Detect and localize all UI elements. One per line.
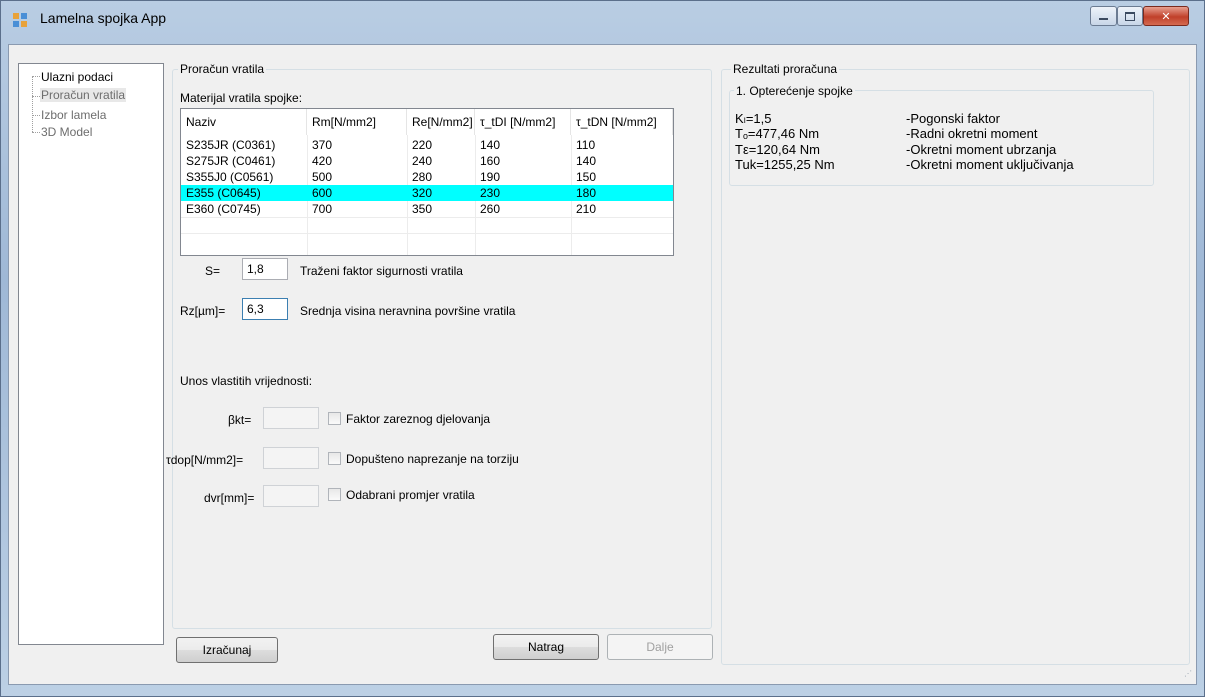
table-cell: 320	[412, 186, 433, 200]
title-bar[interactable]: Lamelna spojka App ✕	[0, 0, 1205, 40]
table-cell: 160	[480, 154, 501, 168]
tree-connector	[32, 96, 40, 97]
maximize-button[interactable]	[1117, 6, 1143, 26]
row-divider	[181, 233, 673, 234]
table-row[interactable]: S235JR (C0361) 370 220 140 110	[181, 137, 673, 153]
dvr-label: dvr[mm]=	[204, 491, 255, 505]
column-header[interactable]: Rm[N/mm2]	[307, 109, 407, 135]
tree-connector	[32, 115, 40, 116]
table-cell: 140	[480, 138, 501, 152]
beta-kt-description: Faktor zareznog djelovanja	[346, 412, 491, 426]
back-button[interactable]: Natrag	[493, 634, 599, 660]
table-cell: 370	[312, 138, 333, 152]
calc-group-title: Proračun vratila	[178, 62, 267, 76]
tau-dop-checkbox[interactable]	[328, 452, 341, 465]
beta-kt-input[interactable]	[263, 407, 319, 429]
tau-dop-label: τdop[N/mm2]=	[166, 453, 244, 467]
calculate-button[interactable]: Izračunaj	[176, 637, 278, 663]
table-cell: S355J0 (C0561)	[186, 170, 274, 184]
table-cell: 350	[412, 202, 433, 216]
column-header[interactable]: τ_tDI [N/mm2]	[475, 109, 571, 135]
result-value: Tₒ=477,46 Nm	[735, 126, 820, 141]
minimize-icon	[1099, 18, 1108, 20]
table-row-selected[interactable]: E355 (C0645) 600 320 230 180	[181, 185, 673, 201]
app-icon	[12, 12, 28, 28]
table-row[interactable]: S355J0 (C0561) 500 280 190 150	[181, 169, 673, 185]
table-cell: 280	[412, 170, 433, 184]
column-header[interactable]: Re[N/mm2]	[407, 109, 475, 135]
table-cell: 260	[480, 202, 501, 216]
rz-input[interactable]: 6,3	[242, 298, 288, 320]
tree-item-3d-model[interactable]: 3D Model	[41, 125, 92, 139]
material-label: Materijal vratila spojke:	[180, 91, 303, 105]
load-group-title: 1. Opterećenje spojke	[734, 84, 855, 98]
rz-description: Srednja visina neravnina površine vratil…	[300, 304, 516, 318]
table-cell: 210	[576, 202, 597, 216]
result-value: Tuk=1255,25 Nm	[735, 157, 835, 172]
tree-connector	[32, 76, 33, 132]
table-cell: 140	[576, 154, 597, 168]
tau-dop-description: Dopušteno naprezanje na torziju	[346, 452, 519, 466]
table-cell: 220	[412, 138, 433, 152]
table-cell: S235JR (C0361)	[186, 138, 276, 152]
maximize-icon	[1125, 11, 1135, 21]
table-header: Naziv Rm[N/mm2] Re[N/mm2] τ_tDI [N/mm2] …	[181, 109, 673, 135]
table-cell: 180	[576, 186, 597, 200]
result-description: -Pogonski faktor	[906, 111, 1000, 126]
tree-item-ulazni-podaci[interactable]: Ulazni podaci	[41, 70, 113, 84]
table-cell: 150	[576, 170, 597, 184]
tau-dop-input[interactable]	[263, 447, 319, 469]
tree-item-izbor-lamela[interactable]: Izbor lamela	[41, 108, 106, 122]
resize-grip-icon[interactable]: ⋰	[1184, 670, 1194, 682]
s-description: Traženi faktor sigurnosti vratila	[300, 264, 463, 278]
table-cell: 700	[312, 202, 333, 216]
close-button[interactable]: ✕	[1143, 6, 1189, 26]
result-description: -Okretni moment ubrzanja	[906, 142, 1057, 157]
result-value: Kₗ=1,5	[735, 111, 772, 126]
minimize-button[interactable]	[1090, 6, 1117, 26]
tree-item-proracun-vratila[interactable]: Proračun vratila	[40, 88, 127, 102]
result-value: Tε=120,64 Nm	[735, 142, 820, 157]
row-divider	[181, 217, 673, 218]
column-header[interactable]: Naziv	[181, 109, 307, 135]
tree-connector	[32, 76, 40, 77]
dvr-description: Odabrani promjer vratila	[346, 488, 475, 502]
next-button[interactable]: Dalje	[607, 634, 713, 660]
table-row[interactable]: E360 (C0745) 700 350 260 210	[181, 201, 673, 217]
table-row[interactable]: S275JR (C0461) 420 240 160 140	[181, 153, 673, 169]
table-cell: 190	[480, 170, 501, 184]
table-cell: S275JR (C0461)	[186, 154, 276, 168]
own-values-title: Unos vlastitih vrijednosti:	[180, 374, 313, 388]
beta-kt-checkbox[interactable]	[328, 412, 341, 425]
dvr-checkbox[interactable]	[328, 488, 341, 501]
table-cell: 230	[480, 186, 501, 200]
table-cell: E360 (C0745)	[186, 202, 261, 216]
result-description: -Radni okretni moment	[906, 126, 1038, 141]
results-group-title: Rezultati proračuna	[731, 62, 840, 76]
material-table[interactable]: Naziv Rm[N/mm2] Re[N/mm2] τ_tDI [N/mm2] …	[180, 108, 674, 256]
table-cell: 240	[412, 154, 433, 168]
beta-kt-label: βkt=	[228, 413, 252, 427]
column-header[interactable]: τ_tDN [N/mm2]	[571, 109, 673, 135]
s-label: S=	[205, 264, 221, 278]
result-description: -Okretni moment uključivanja	[906, 157, 1074, 172]
table-cell: 110	[576, 138, 596, 152]
rz-label: Rz[µm]=	[180, 304, 226, 318]
navigation-tree[interactable]: Ulazni podaci Proračun vratila Izbor lam…	[18, 63, 164, 645]
tree-connector	[32, 132, 40, 133]
table-cell: E355 (C0645)	[186, 186, 261, 200]
table-cell: 600	[312, 186, 333, 200]
dvr-input[interactable]	[263, 485, 319, 507]
status-bar	[8, 670, 1197, 685]
close-icon: ✕	[1161, 10, 1171, 23]
table-cell: 500	[312, 170, 333, 184]
window-title: Lamelna spojka App	[40, 10, 167, 26]
s-input[interactable]: 1,8	[242, 258, 288, 280]
table-cell: 420	[312, 154, 333, 168]
